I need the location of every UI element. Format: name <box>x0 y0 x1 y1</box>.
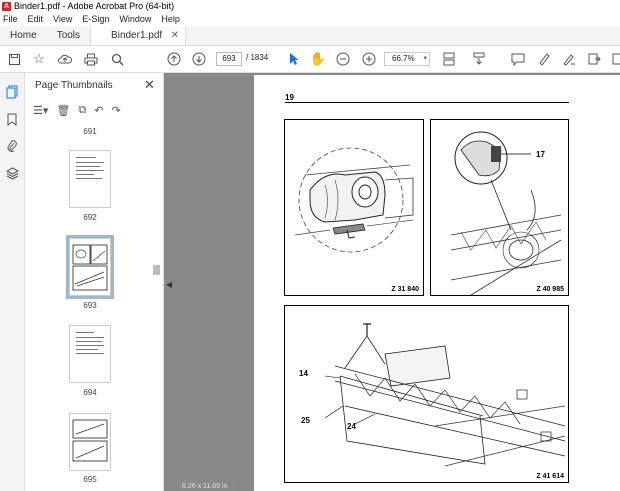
highlight-icon[interactable] <box>536 51 552 67</box>
collapse-panel-icon[interactable]: ◀ <box>166 280 172 289</box>
zoom-select[interactable]: 66.7% ▾ <box>384 52 430 66</box>
figure-ref: Z 41 614 <box>536 473 564 480</box>
page-thumbnails-icon[interactable] <box>5 85 19 99</box>
menu-help[interactable]: Help <box>161 14 180 24</box>
page-size-indicator: 8.26 x 11.69 in <box>178 482 236 491</box>
callout-17: 17 <box>536 150 545 159</box>
star-icon[interactable]: ☆ <box>31 51 47 67</box>
thumb-label: 694 <box>83 388 97 397</box>
scroll-icon[interactable] <box>471 51 487 67</box>
thumbnails-panel: Page Thumbnails ✕ ☰▾ 🗑 ⧉ ↶ ↷ 691 692 693 <box>26 73 164 491</box>
latch-illustration <box>294 147 414 253</box>
rotate-left-icon[interactable]: ↶ <box>94 104 103 117</box>
select-cursor-icon[interactable] <box>286 51 302 67</box>
extract-page-icon[interactable]: ⧉ <box>78 104 86 117</box>
callout-25: 25 <box>301 416 310 425</box>
figure-top-left: Z 31 840 <box>284 119 424 296</box>
thumbnail-page[interactable] <box>69 325 111 383</box>
figure-ref: Z 31 840 <box>391 286 419 293</box>
tab-bar: Home Tools Binder1.pdf ✕ <box>0 26 620 46</box>
next-page-icon[interactable] <box>191 51 207 67</box>
figure-top-right: 17 Z 40 985 <box>430 119 569 296</box>
window-title: Binder1.pdf - Adobe Acrobat Pro (64-bit) <box>14 1 175 11</box>
page-count: / 1834 <box>246 53 269 62</box>
tab-document[interactable]: Binder1.pdf ✕ <box>90 26 187 45</box>
menu-window[interactable]: Window <box>119 14 151 24</box>
tab-tools[interactable]: Tools <box>47 26 90 45</box>
zoom-in-icon[interactable] <box>361 51 377 67</box>
thumbnails-scrollbar[interactable] <box>152 153 162 489</box>
scrollbar-thumb[interactable] <box>153 265 160 275</box>
tab-home[interactable]: Home <box>0 26 47 45</box>
page-number: 19 <box>285 93 294 102</box>
thumb-label: 695 <box>83 475 97 484</box>
chevron-down-icon: ▾ <box>423 55 427 62</box>
save-icon[interactable] <box>6 51 22 67</box>
boom-detail-illustration <box>450 131 562 295</box>
search-icon[interactable] <box>109 51 125 67</box>
callout-24: 24 <box>347 422 356 431</box>
menu-esign[interactable]: E-Sign <box>82 14 109 24</box>
upload-icon[interactable] <box>57 51 73 67</box>
bookmark-icon[interactable] <box>5 113 19 127</box>
panel-toolbar: ☰▾ 🗑 ⧉ ↶ ↷ <box>33 102 129 118</box>
thumb-label: 691 <box>83 127 97 136</box>
hand-icon[interactable]: ✋ <box>310 51 326 67</box>
zoom-out-icon[interactable] <box>335 51 351 67</box>
options-menu-icon[interactable]: ☰▾ <box>33 104 48 117</box>
close-tab-icon[interactable]: ✕ <box>171 30 179 41</box>
print-icon[interactable] <box>83 51 99 67</box>
menu-file[interactable]: File <box>3 14 18 24</box>
page-layout-icon[interactable] <box>441 51 457 67</box>
left-rail <box>0 73 25 491</box>
panel-title: Page Thumbnails <box>35 80 113 91</box>
thumb-label: 693 <box>83 301 97 310</box>
header-rule <box>285 102 569 103</box>
figure-ref: Z 40 985 <box>536 286 564 293</box>
tab-document-label: Binder1.pdf <box>111 30 163 41</box>
thumbnail-page[interactable] <box>69 413 111 471</box>
menu-edit[interactable]: Edit <box>28 14 44 24</box>
rotate-right-icon[interactable]: ↷ <box>111 104 120 117</box>
menu-bar: File Edit View E-Sign Window Help <box>0 12 620 26</box>
menu-view[interactable]: View <box>53 14 72 24</box>
thumbnail-page[interactable] <box>69 150 111 208</box>
layers-icon[interactable] <box>5 167 19 181</box>
boom-lifting-illustration <box>324 323 566 467</box>
more-tools-icon[interactable] <box>608 51 620 67</box>
close-panel-icon[interactable]: ✕ <box>144 77 155 93</box>
thumbnail-page-selected[interactable] <box>66 235 114 299</box>
zoom-value: 66.7% <box>392 54 415 63</box>
title-bar: A Binder1.pdf - Adobe Acrobat Pro (64-bi… <box>0 0 620 12</box>
sign-icon[interactable] <box>561 51 577 67</box>
figure-bottom: 14 25 24 Z 41 614 <box>284 305 569 483</box>
main-toolbar: ☆ 693 / 1834 ✋ 66.7% ▾ <box>0 46 620 73</box>
comment-icon[interactable] <box>510 51 526 67</box>
page-number-input[interactable]: 693 <box>216 52 242 66</box>
acrobat-logo-icon: A <box>2 1 11 11</box>
attachment-icon[interactable] <box>5 139 19 153</box>
thumb-label: 692 <box>83 213 97 222</box>
callout-14: 14 <box>299 369 308 378</box>
delete-page-icon[interactable]: 🗑 <box>56 104 70 117</box>
prev-page-icon[interactable] <box>166 51 182 67</box>
pdf-page: 19 Z 31 840 17 Z 40 985 14 25 24 Z 41 61… <box>254 75 620 491</box>
export-icon[interactable] <box>586 51 602 67</box>
